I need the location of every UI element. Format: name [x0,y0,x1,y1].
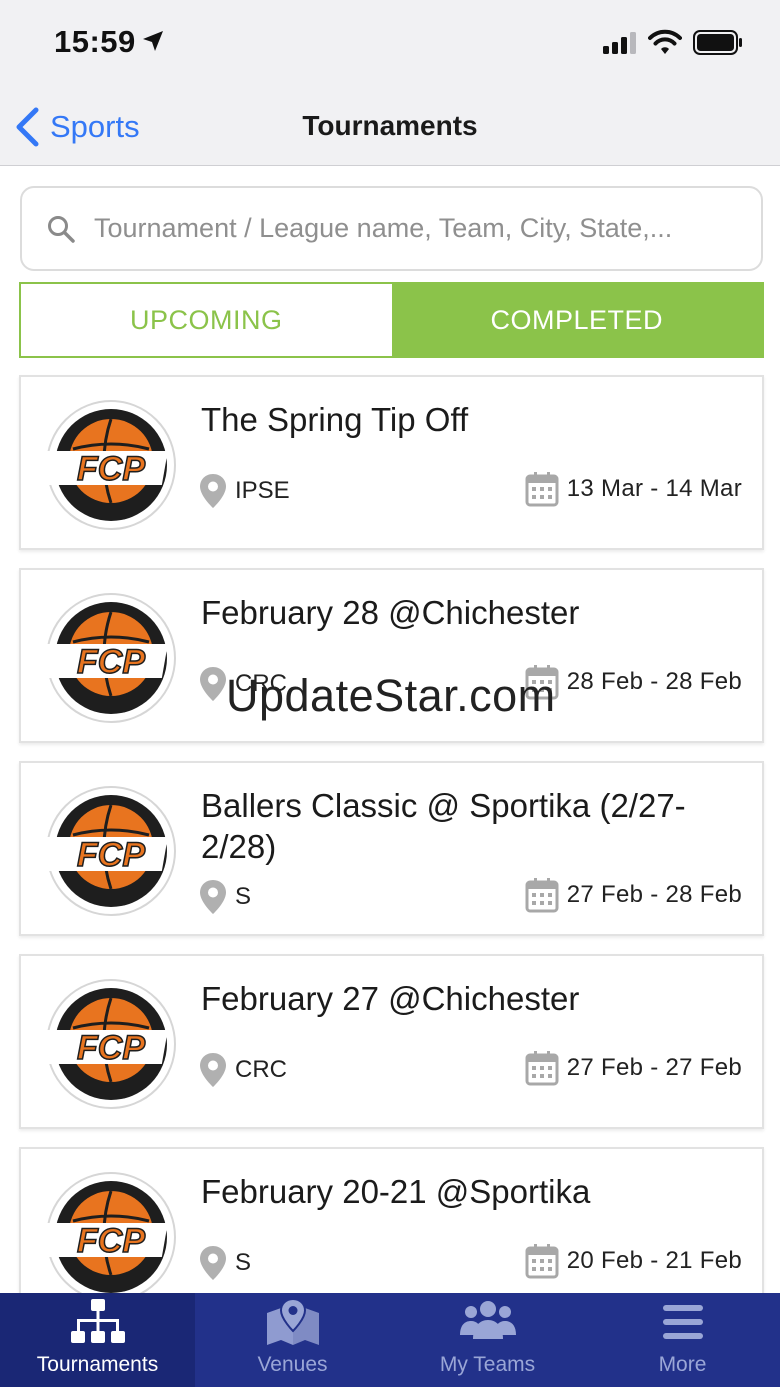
status-time: 15:59 [54,24,136,59]
tab-tournaments[interactable]: Tournaments [0,1293,195,1387]
map-pin-icon [266,1297,319,1345]
tab-venues[interactable]: Venues [195,1293,390,1387]
battery-icon [693,30,742,55]
status-segmented-control: UPCOMING COMPLETED [19,282,764,358]
fcp-logo: FCP [41,593,176,723]
fcp-logo: FCP [41,400,176,530]
location-pin-icon [200,1053,226,1087]
fcp-logo: FCP [41,786,176,916]
location-pin-icon [200,880,226,914]
location-arrow-icon [143,31,163,51]
tab-label: More [658,1353,707,1376]
tournament-card[interactable]: FCP The Spring Tip Off IPSE 13 Mar - 14 … [19,375,764,550]
tournament-title: February 20-21 @Sportika [201,1173,591,1210]
tournament-title: Ballers Classic @ Sportika (2/27-2/28) [201,787,686,865]
tab-completed[interactable]: COMPLETED [391,284,762,356]
search-input[interactable] [94,213,734,244]
fcp-logo: FCP [41,1172,176,1302]
svg-text:FCP: FCP [77,450,145,488]
tournament-location: IPSE [199,473,290,509]
location-label: S [235,883,252,910]
tournament-dates: 20 Feb - 21 Feb [525,1243,742,1279]
search-bar[interactable] [20,186,763,271]
location-pin-icon [200,1246,226,1280]
date-range-label: 27 Feb - 28 Feb [566,881,742,908]
tournament-title: February 28 @Chichester [201,594,580,631]
tournament-location: S [199,879,251,915]
tournament-title: The Spring Tip Off [201,401,469,438]
location-label: S [235,1249,252,1276]
date-range-label: 20 Feb - 21 Feb [566,1247,742,1274]
tab-my-teams[interactable]: My Teams [390,1293,585,1387]
people-icon [459,1301,516,1339]
tournament-title: February 27 @Chichester [201,980,580,1017]
wifi-icon [648,29,682,54]
location-pin-icon [200,667,226,701]
date-range-label: 13 Mar - 14 Mar [566,475,742,502]
location-label: IPSE [235,477,290,504]
page-title: Tournaments [302,110,478,141]
hierarchy-icon [70,1299,125,1343]
tournament-card[interactable]: FCP Ballers Classic @ Sportika (2/27-2/2… [19,761,764,936]
tab-upcoming[interactable]: UPCOMING [21,284,392,356]
tournament-dates: 27 Feb - 28 Feb [525,877,742,913]
menu-icon [662,1305,703,1339]
tab-label: Venues [257,1353,328,1376]
location-pin-icon [200,474,226,508]
tournament-location: S [199,1245,251,1281]
tournament-dates: 28 Feb - 28 Feb [525,664,742,700]
calendar-icon [525,878,559,913]
tournament-card[interactable]: FCP February 27 @Chichester CRC 27 Feb -… [19,954,764,1129]
fcp-logo: FCP [41,979,176,1109]
search-icon [48,215,75,243]
cellular-signal-icon [603,32,636,54]
tab-more[interactable]: More [585,1293,780,1387]
watermark: UpdateStar.com [226,670,556,721]
tab-label: Tournaments [36,1353,159,1376]
svg-text:FCP: FCP [77,643,145,681]
calendar-icon [525,472,559,507]
date-range-label: 28 Feb - 28 Feb [566,668,742,695]
svg-text:FCP: FCP [77,1029,145,1067]
calendar-icon [525,1244,559,1279]
tournament-location: CRC [199,1052,287,1088]
svg-text:FCP: FCP [77,836,145,874]
tournament-dates: 13 Mar - 14 Mar [525,471,742,507]
status-bar: 15:59 [0,0,780,88]
date-range-label: 27 Feb - 27 Feb [566,1054,742,1081]
bottom-tab-bar: Tournaments Venues My Teams More [0,1293,780,1387]
svg-text:FCP: FCP [77,1222,145,1260]
tournament-dates: 27 Feb - 27 Feb [525,1050,742,1086]
location-label: CRC [235,1056,287,1083]
navigation-bar: Sports Tournaments [0,88,780,166]
tab-label: My Teams [439,1353,536,1376]
calendar-icon [525,1051,559,1086]
